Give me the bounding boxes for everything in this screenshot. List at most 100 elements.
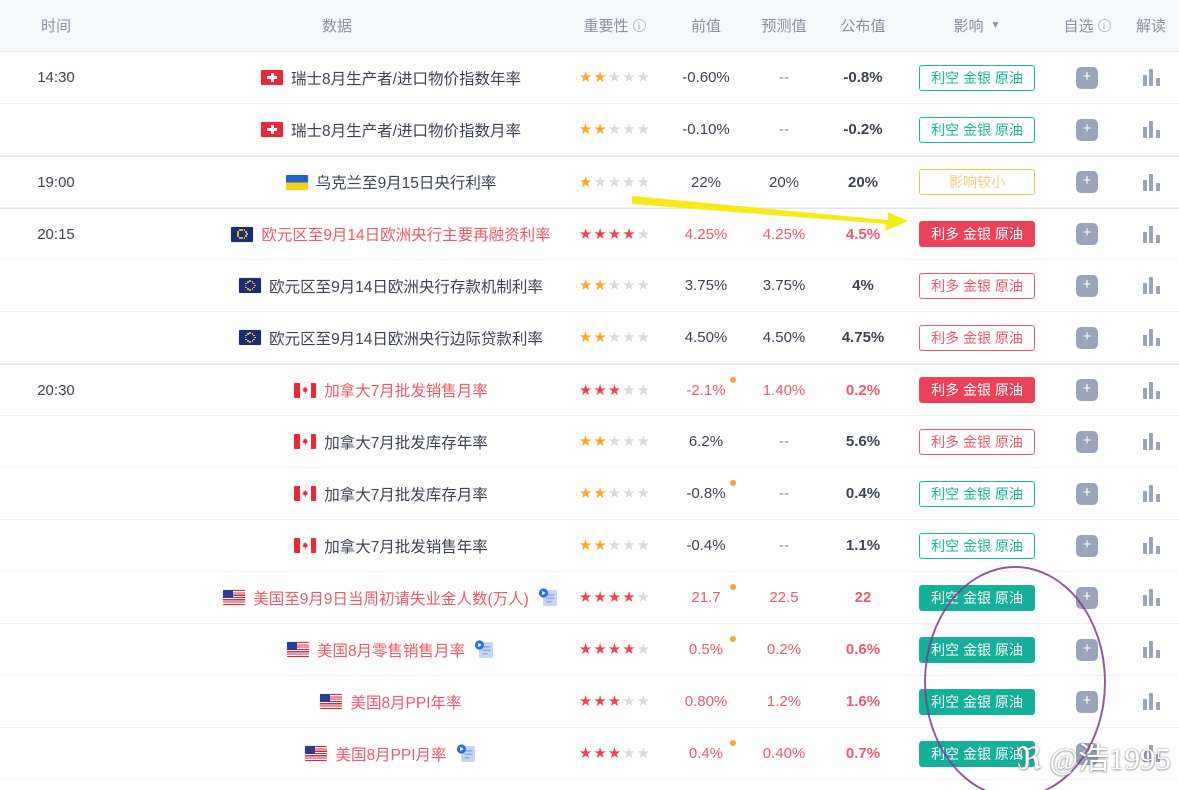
article-video-icon[interactable] bbox=[537, 587, 559, 608]
row-favorite[interactable]: + bbox=[1051, 52, 1123, 103]
row-favorite[interactable]: + bbox=[1051, 572, 1123, 623]
add-favorite-button[interactable]: + bbox=[1076, 326, 1098, 349]
table-row[interactable]: 瑞士8月生产者/进口物价指数月率 ★ ★ ★ ★ ★ -0.10% -- -0.2% 利空 金银 … bbox=[0, 104, 1179, 156]
add-favorite-button[interactable]: + bbox=[1076, 223, 1098, 245]
row-read[interactable] bbox=[1123, 312, 1179, 363]
row-event-name[interactable]: 加拿大7月批发库存月率 bbox=[324, 483, 488, 505]
row-favorite[interactable]: + bbox=[1051, 728, 1123, 779]
chart-icon[interactable] bbox=[1142, 225, 1160, 243]
row-favorite[interactable]: + bbox=[1051, 676, 1123, 727]
row-read[interactable] bbox=[1123, 260, 1179, 311]
column-header-forecast[interactable]: 预测值 bbox=[745, 15, 823, 36]
chart-icon[interactable] bbox=[1142, 485, 1160, 502]
row-favorite[interactable]: + bbox=[1051, 520, 1123, 571]
column-header-read[interactable]: 解读 bbox=[1123, 15, 1179, 36]
effect-badge[interactable]: 利空 金银 原油 bbox=[919, 64, 1035, 91]
article-video-icon[interactable] bbox=[473, 639, 495, 660]
row-effect[interactable]: 利空 金银 原油 bbox=[903, 104, 1051, 155]
row-effect[interactable]: 利空 金银 原油 bbox=[903, 468, 1051, 519]
row-event[interactable]: 加拿大7月批发库存年率 bbox=[112, 416, 562, 467]
column-header-effect[interactable]: 影响 ▼ bbox=[903, 15, 1051, 36]
add-favorite-button[interactable]: + bbox=[1076, 690, 1098, 713]
table-row[interactable]: 欧元区至9月14日欧洲央行存款机制利率 ★ ★ ★ ★ ★ 3.75% 3.75% 4% 利多 金… bbox=[0, 260, 1179, 312]
table-row[interactable]: 美国8月零售销售月率 ★ ★ ★ ★ ★ 0.5% 0.2% 0.6% 利空 金银 原油 + bbox=[0, 624, 1179, 676]
add-favorite-button[interactable]: + bbox=[1076, 379, 1098, 401]
row-effect[interactable]: 利多 金银 原油 bbox=[903, 312, 1051, 363]
row-favorite[interactable]: + bbox=[1051, 157, 1123, 207]
row-event[interactable]: 瑞士8月生产者/进口物价指数年率 bbox=[112, 52, 562, 103]
column-header-favorite[interactable]: 自选 i bbox=[1051, 15, 1123, 36]
effect-badge[interactable]: 利空 金银 原油 bbox=[919, 584, 1035, 611]
row-event-name[interactable]: 美国至9月9日当周初请失业金人数(万人) bbox=[253, 587, 529, 609]
chart-icon[interactable] bbox=[1142, 329, 1160, 346]
row-event[interactable]: 欧元区至9月14日欧洲央行主要再融资利率 bbox=[112, 209, 562, 259]
table-row[interactable]: 加拿大7月批发库存月率 ★ ★ ★ ★ ★ -0.8% -- 0.4% 利空 金银 原油 + bbox=[0, 468, 1179, 520]
row-read[interactable] bbox=[1123, 416, 1179, 467]
chart-icon[interactable] bbox=[1142, 641, 1160, 658]
effect-badge[interactable]: 利多 金银 原油 bbox=[919, 324, 1035, 351]
row-effect[interactable]: 利多 金银 原油 bbox=[903, 416, 1051, 467]
row-event-name[interactable]: 美国8月零售销售月率 bbox=[317, 639, 465, 661]
chart-icon[interactable] bbox=[1142, 69, 1160, 86]
row-event-name[interactable]: 瑞士8月生产者/进口物价指数月率 bbox=[291, 119, 521, 141]
add-favorite-button[interactable]: + bbox=[1076, 171, 1098, 193]
row-read[interactable] bbox=[1123, 468, 1179, 519]
row-event[interactable]: 欧元区至9月14日欧洲央行存款机制利率 bbox=[112, 260, 562, 311]
add-favorite-button[interactable]: + bbox=[1076, 482, 1098, 505]
table-row[interactable]: 美国8月PPI年率 ★ ★ ★ ★ ★ 0.80% 1.2% 1.6% 利空 金银 原油 + bbox=[0, 676, 1179, 728]
effect-badge[interactable]: 利空 金银 原油 bbox=[919, 636, 1035, 663]
table-row[interactable]: 19:00 乌克兰至9月15日央行利率 ★ ★ ★ ★ ★ 22% 20% 20% 影响较小 + bbox=[0, 156, 1179, 208]
effect-badge[interactable]: 利空 金银 原油 bbox=[919, 688, 1035, 715]
chart-icon[interactable] bbox=[1142, 433, 1160, 450]
row-read[interactable] bbox=[1123, 728, 1179, 779]
row-effect[interactable]: 利空 金银 原油 bbox=[903, 624, 1051, 675]
row-favorite[interactable]: + bbox=[1051, 104, 1123, 155]
row-event[interactable]: 加拿大7月批发库存月率 bbox=[112, 468, 562, 519]
column-header-actual[interactable]: 公布值 bbox=[823, 15, 903, 36]
chart-icon[interactable] bbox=[1142, 537, 1160, 554]
article-video-icon[interactable] bbox=[455, 743, 477, 764]
column-header-previous[interactable]: 前值 bbox=[667, 15, 745, 36]
row-read[interactable] bbox=[1123, 572, 1179, 623]
row-favorite[interactable]: + bbox=[1051, 312, 1123, 363]
table-row[interactable]: 加拿大7月批发销售年率 ★ ★ ★ ★ ★ -0.4% -- 1.1% 利空 金银 原油 + bbox=[0, 520, 1179, 572]
row-event-name[interactable]: 瑞士8月生产者/进口物价指数年率 bbox=[291, 67, 521, 89]
row-event[interactable]: 乌克兰至9月15日央行利率 bbox=[112, 157, 562, 207]
row-read[interactable] bbox=[1123, 209, 1179, 259]
row-effect[interactable]: 利空 金银 原油 bbox=[903, 572, 1051, 623]
row-read[interactable] bbox=[1123, 520, 1179, 571]
effect-badge[interactable]: 利多 金银 原油 bbox=[919, 377, 1035, 403]
row-effect[interactable]: 利多 金银 原油 bbox=[903, 209, 1051, 259]
table-row[interactable]: 20:30 加拿大7月批发销售月率 ★ ★ ★ ★ ★ -2.1% 1.40% 0.2% 利多 金银… bbox=[0, 364, 1179, 416]
chart-icon[interactable] bbox=[1142, 173, 1160, 191]
row-event-name[interactable]: 欧元区至9月14日欧洲央行主要再融资利率 bbox=[261, 223, 550, 245]
effect-badge[interactable]: 利多 金银 原油 bbox=[919, 221, 1035, 247]
chevron-down-icon[interactable]: ▼ bbox=[991, 20, 1001, 31]
row-read[interactable] bbox=[1123, 365, 1179, 415]
row-event[interactable]: 瑞士8月生产者/进口物价指数月率 bbox=[112, 104, 562, 155]
table-row[interactable]: 欧元区至9月14日欧洲央行边际贷款利率 ★ ★ ★ ★ ★ 4.50% 4.50% 4.75% 利… bbox=[0, 312, 1179, 364]
chart-icon[interactable] bbox=[1142, 693, 1160, 710]
row-effect[interactable]: 利空 金银 原油 bbox=[903, 52, 1051, 103]
row-read[interactable] bbox=[1123, 624, 1179, 675]
row-effect[interactable]: 利多 金银 原油 bbox=[903, 365, 1051, 415]
row-event[interactable]: 美国8月PPI年率 bbox=[112, 676, 562, 727]
row-event-name[interactable]: 欧元区至9月14日欧洲央行边际贷款利率 bbox=[269, 327, 543, 349]
effect-badge[interactable]: 利空 金银 原油 bbox=[919, 480, 1035, 507]
add-favorite-button[interactable]: + bbox=[1076, 638, 1098, 661]
effect-badge[interactable]: 利空 金银 原油 bbox=[919, 532, 1035, 559]
table-row[interactable]: 14:30 瑞士8月生产者/进口物价指数年率 ★ ★ ★ ★ ★ -0.60% -- -0.8% 利… bbox=[0, 52, 1179, 104]
add-favorite-button[interactable]: + bbox=[1076, 274, 1098, 297]
row-event-name[interactable]: 美国8月PPI年率 bbox=[350, 691, 461, 713]
row-read[interactable] bbox=[1123, 157, 1179, 207]
row-effect[interactable]: 利空 金银 原油 bbox=[903, 676, 1051, 727]
add-favorite-button[interactable]: + bbox=[1076, 586, 1098, 609]
chart-icon[interactable] bbox=[1142, 121, 1160, 138]
add-favorite-button[interactable]: + bbox=[1076, 118, 1098, 141]
row-favorite[interactable]: + bbox=[1051, 260, 1123, 311]
info-icon[interactable]: i bbox=[1097, 19, 1111, 32]
row-event[interactable]: 美国8月PPI月率 bbox=[112, 728, 562, 779]
row-event-name[interactable]: 美国8月PPI月率 bbox=[335, 743, 446, 765]
row-favorite[interactable]: + bbox=[1051, 468, 1123, 519]
row-event[interactable]: 美国至9月9日当周初请失业金人数(万人) bbox=[112, 572, 562, 623]
